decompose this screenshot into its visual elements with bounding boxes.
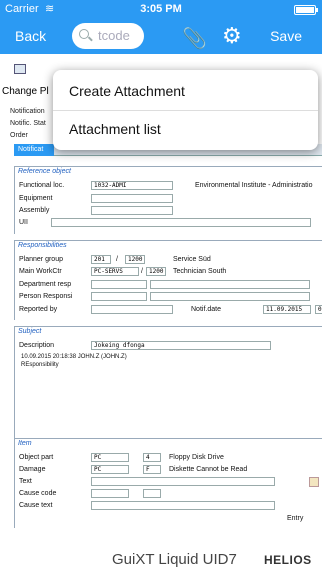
panel-title: Reference object [18,168,71,175]
tcode-search-field[interactable]: tcode [72,23,144,49]
helios-logo: HELIOS [264,553,312,567]
edit-text-icon[interactable] [309,477,319,487]
person-resp-desc-field[interactable] [150,292,310,301]
uii-field[interactable] [51,218,311,227]
nav-bar: Back tcode 📎 ⚙ Save [0,20,322,54]
status-bar: Carrier ≋ 3:05 PM [0,0,322,20]
planner-group-label: Planner group [19,256,63,263]
reference-object-panel: Reference object Functional loc. 1032-AD… [14,166,322,234]
main-workctr-field[interactable]: PC-SERVS [91,267,139,276]
cause-num-field[interactable] [143,489,161,498]
object-part-label: Object part [19,454,54,461]
main-workctr-separator: / [141,268,143,275]
cause-text-field[interactable] [91,501,275,510]
main-workctr-label: Main WorkCtr [19,268,62,275]
screen-title: Change Pl [2,86,49,97]
cause-code-field[interactable] [91,489,129,498]
assembly-field[interactable] [91,206,173,215]
item-text-field[interactable] [91,477,275,486]
notific-status-label: Notific. Stat [10,120,46,127]
main-workctr-desc: Technician South [173,268,227,275]
notification-label: Notification [10,108,45,115]
search-icon [79,29,89,39]
reported-by-field[interactable] [91,305,173,314]
description-field[interactable]: Jokeing dfonga [91,341,271,350]
footer: GuiXT Liquid UID7 HELIOS [0,544,322,572]
planner-plant-field[interactable]: 1200 [125,255,145,264]
attachment-popup-menu: Create Attachment Attachment list [53,70,318,150]
item-panel: Item Object part PC 4 Floppy Disk Drive … [14,438,322,528]
panel-title: Item [18,440,32,447]
dept-resp-desc-field[interactable] [150,280,310,289]
assembly-label: Assembly [19,207,50,214]
uii-label: UII [19,219,28,226]
person-resp-field[interactable] [91,292,147,301]
damage-code-field[interactable]: PC [91,465,129,474]
menu-divider [53,110,318,111]
clock: 3:05 PM [140,3,182,15]
gear-icon[interactable]: ⚙ [222,23,242,49]
functional-loc-desc: Environmental Institute - Administratio [195,182,313,189]
damage-num-field[interactable]: F [143,465,161,474]
notif-date-field[interactable]: 11.09.2015 [263,305,311,314]
attachment-list-menu-item[interactable]: Attachment list [69,121,161,137]
text-label: Text [19,478,32,485]
cause-text-label: Cause text [19,502,53,509]
planner-group-separator: / [116,256,118,263]
damage-desc: Diskette Cannot be Read [169,466,248,473]
planner-group-field[interactable]: 201 [91,255,111,264]
equipment-field[interactable] [91,194,173,203]
equipment-label: Equipment [19,195,53,202]
dept-resp-label: Department resp [19,281,72,288]
damage-label: Damage [19,466,46,473]
cause-code-label: Cause code [19,490,57,497]
tab-notification[interactable]: Notificat [14,144,54,156]
description-label: Description [19,342,55,349]
create-attachment-menu-item[interactable]: Create Attachment [69,83,185,99]
panel-title: Responsibilities [18,242,67,249]
object-part-num-field[interactable]: 4 [143,453,161,462]
planner-group-desc: Service Süd [173,256,211,263]
functional-loc-label: Functional loc. [19,182,65,189]
entry-label: Entry [287,515,304,522]
dept-resp-field[interactable] [91,280,147,289]
back-button[interactable]: Back [15,28,46,44]
brand-logo: GuiXT Liquid UID7 [112,551,237,568]
object-part-code-field[interactable]: PC [91,453,129,462]
order-label: Order [10,132,28,139]
save-button[interactable]: Save [270,28,302,44]
paperclip-icon[interactable]: 📎 [182,26,207,51]
toolbar-icon[interactable] [14,64,26,74]
notif-time-field[interactable]: 0 [315,305,322,314]
functional-loc-field[interactable]: 1032-ADMI [91,181,173,190]
main-workctr-plant-field[interactable]: 1200 [146,267,166,276]
object-part-desc: Floppy Disk Drive [169,454,224,461]
tcode-placeholder: tcode [98,28,130,43]
panel-title: Subject [18,328,42,335]
battery-icon [294,5,318,15]
notif-date-label: Notif.date [191,306,221,313]
person-resp-label: Person Responsi [19,293,73,300]
reported-by-label: Reported by [19,306,58,313]
responsibilities-panel: Responsibilities Planner group 201 / 120… [14,240,322,320]
